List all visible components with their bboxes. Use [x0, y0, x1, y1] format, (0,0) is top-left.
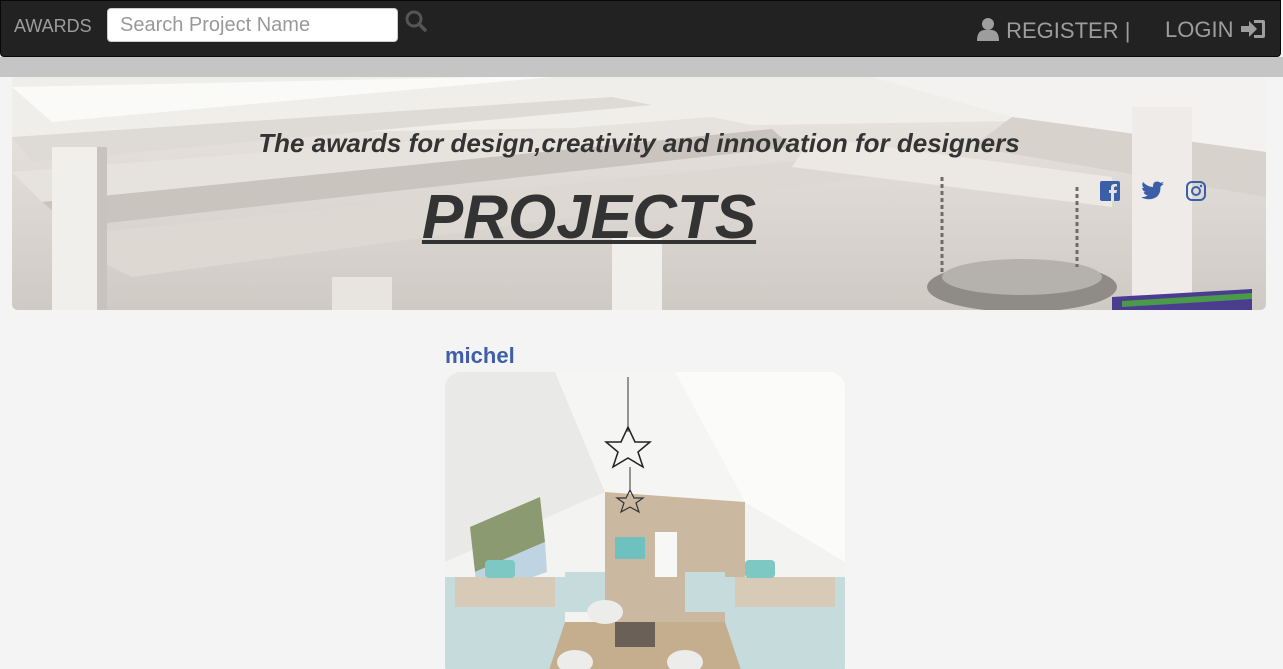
search-icon[interactable]	[403, 9, 429, 35]
hero-tagline: The awards for design,creativity and inn…	[258, 128, 1020, 158]
instagram-icon[interactable]	[1186, 181, 1210, 205]
project-photo	[445, 372, 845, 669]
twitter-icon[interactable]	[1141, 181, 1165, 205]
register-label: REGISTER |	[1006, 18, 1131, 43]
brand-link[interactable]: AWARDS	[14, 16, 92, 37]
user-icon	[976, 17, 1000, 47]
subheader-bar	[0, 57, 1283, 77]
project-title-link[interactable]: michel	[445, 343, 515, 369]
project-image[interactable]	[445, 372, 845, 669]
hero-title: PROJECTS	[421, 183, 757, 252]
search-input[interactable]	[107, 8, 398, 42]
login-icon	[1240, 18, 1266, 46]
facebook-icon[interactable]	[1100, 181, 1124, 205]
navbar: AWARDS REGISTER | LOGIN	[0, 0, 1281, 57]
register-link[interactable]: REGISTER |	[976, 17, 1130, 47]
hero-banner: The awards for design,creativity and inn…	[12, 77, 1266, 310]
login-label: LOGIN	[1165, 17, 1234, 42]
login-link[interactable]: LOGIN	[1165, 17, 1266, 46]
